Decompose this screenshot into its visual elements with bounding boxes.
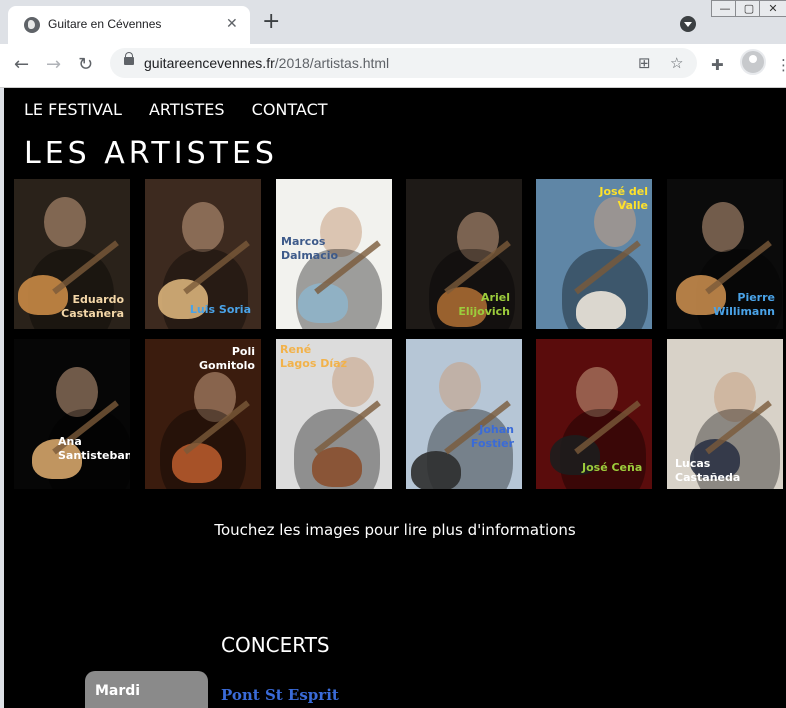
lock-icon[interactable]: [124, 52, 134, 65]
forward-button[interactable]: →: [46, 56, 61, 74]
artist-card[interactable]: Luis Soria: [145, 179, 261, 329]
artist-name: Luis Soria: [190, 303, 251, 317]
artist-name: Poli Gomitolo: [199, 345, 255, 373]
browser-toolbar: ← → ↻ guitareencevennes.fr/2018/artistas…: [0, 44, 786, 88]
artist-name: Marcos Dalmacio: [281, 235, 338, 263]
new-tab-button[interactable]: +: [262, 11, 280, 33]
artist-name-line: Ana: [58, 435, 82, 448]
tab-strip: Guitare en Cévennes ✕ + — ▢ ✕: [0, 0, 786, 44]
artist-name-line: Johan: [479, 423, 514, 436]
artist-card[interactable]: Johan Fostier: [406, 339, 522, 489]
tab-search-icon[interactable]: [680, 16, 696, 32]
site-menu: LE FESTIVAL ARTISTES CONTACT: [24, 100, 350, 119]
artist-name-line: Valle: [617, 199, 648, 212]
concerts-heading: CONCERTS: [221, 633, 330, 657]
close-tab-icon[interactable]: ✕: [226, 15, 238, 33]
menu-artistes[interactable]: ARTISTES: [149, 100, 225, 119]
portrait-figure: [702, 202, 744, 252]
close-window-button[interactable]: ✕: [759, 0, 786, 17]
artist-name-line: Castañeda: [675, 471, 741, 484]
menu-le-festival[interactable]: LE FESTIVAL: [24, 100, 122, 119]
venue-link[interactable]: Pont St Esprit: [221, 686, 339, 704]
guitar-figure: [576, 291, 626, 329]
artist-card[interactable]: José del Valle: [536, 179, 652, 329]
browser-tab[interactable]: Guitare en Cévennes ✕: [8, 6, 250, 44]
artist-name-line: Elijovich: [458, 305, 510, 318]
artist-name-line: Lagos Díaz: [280, 357, 347, 370]
artist-name: Eduardo Castañera: [61, 293, 124, 321]
browser-menu-icon[interactable]: ⋮: [776, 56, 786, 74]
artist-card[interactable]: Ariel Elijovich: [406, 179, 522, 329]
artist-name-line: Poli: [231, 345, 255, 358]
day-tab[interactable]: Mardi: [85, 671, 208, 708]
menu-contact[interactable]: CONTACT: [252, 100, 328, 119]
hint-text: Touchez les images pour lire plus d'info…: [214, 521, 576, 539]
artist-name: Lucas Castañeda: [675, 457, 740, 485]
tab-title: Guitare en Cévennes: [48, 17, 162, 31]
artist-card[interactable]: Ana Santisteban: [14, 339, 130, 489]
profile-avatar[interactable]: [740, 49, 766, 75]
back-button[interactable]: ←: [14, 56, 29, 74]
artist-name-line: Gomitolo: [199, 359, 255, 372]
artist-name-line: José Ceña: [582, 461, 643, 474]
reload-button[interactable]: ↻: [78, 56, 93, 74]
artist-name-line: Fostier: [470, 437, 514, 450]
day-label: Mardi: [95, 683, 141, 699]
artist-name: Ariel Elijovich: [458, 291, 510, 319]
artist-name-line: Marcos: [281, 235, 326, 248]
artist-name-line: Willimann: [713, 305, 775, 318]
artist-name: José del Valle: [599, 185, 648, 213]
portrait-figure: [44, 197, 86, 247]
artist-name-line: Pierre: [737, 291, 775, 304]
artist-name: René Lagos Díaz: [280, 343, 347, 371]
guitar-figure: [411, 451, 461, 489]
artist-name: Ana Santisteban: [58, 435, 130, 463]
translate-icon[interactable]: ⊞: [638, 54, 651, 72]
artist-card[interactable]: Poli Gomitolo: [145, 339, 261, 489]
artist-name-line: René: [280, 343, 312, 356]
page-viewport: LE FESTIVAL ARTISTES CONTACT LES ARTISTE…: [4, 88, 786, 708]
globe-icon: [24, 17, 40, 33]
artist-name: Johan Fostier: [471, 423, 514, 451]
artist-card[interactable]: René Lagos Díaz: [276, 339, 392, 489]
artist-name: José Ceña: [582, 461, 642, 475]
artist-name-line: José del: [599, 185, 648, 198]
artist-name-line: Santisteban: [58, 449, 130, 462]
artist-name-line: Luis Soria: [189, 303, 251, 316]
artist-name-line: Eduardo: [72, 293, 125, 306]
artist-card[interactable]: Pierre Willimann: [667, 179, 783, 329]
artist-card[interactable]: Marcos Dalmacio: [276, 179, 392, 329]
artist-name-line: Lucas: [675, 457, 711, 470]
artist-name-line: Dalmacio: [281, 249, 339, 262]
extensions-icon[interactable]: ✚: [711, 56, 724, 74]
portrait-figure: [439, 362, 481, 412]
url-text[interactable]: guitareencevennes.fr/2018/artistas.html: [144, 55, 389, 71]
page-title: LES ARTISTES: [24, 136, 278, 171]
artist-card[interactable]: Lucas Castañeda: [667, 339, 783, 489]
artist-name: Pierre Willimann: [713, 291, 775, 319]
bookmark-star-icon[interactable]: ☆: [670, 54, 683, 72]
address-bar[interactable]: guitareencevennes.fr/2018/artistas.html …: [110, 48, 697, 78]
artist-name-line: Ariel: [481, 291, 510, 304]
guitar-figure: [172, 443, 222, 483]
artist-card[interactable]: Eduardo Castañera: [14, 179, 130, 329]
artist-name-line: Castañera: [61, 307, 124, 320]
portrait-figure: [182, 202, 224, 252]
artist-card[interactable]: José Ceña: [536, 339, 652, 489]
